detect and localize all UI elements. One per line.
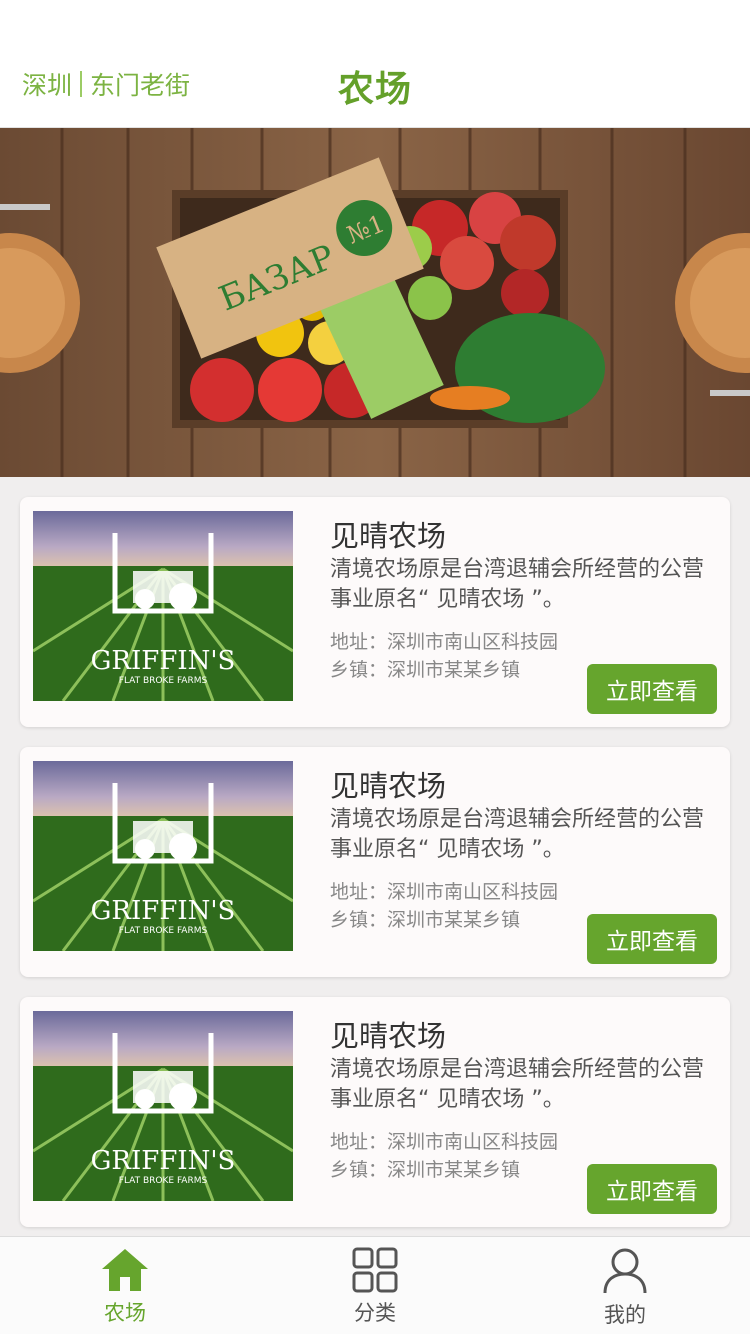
view-now-button[interactable]: 立即查看 (587, 914, 717, 964)
hero-banner[interactable]: БАЗАР №1 (0, 128, 750, 477)
home-icon (102, 1249, 148, 1291)
farm-thumbnail[interactable]: GRIFFIN'S FLAT BROKE FARMS (33, 761, 293, 951)
farm-town: 乡镇：深圳市某某乡镇 (330, 1155, 520, 1182)
farm-address: 地址：深圳市南山区科技园 (330, 627, 558, 654)
farm-field-image: GRIFFIN'S FLAT BROKE FARMS (33, 1011, 293, 1201)
farm-description: 清境农场原是台湾退辅会所经营的公营事业原名“ 见晴农场 ”。 (330, 1057, 705, 1112)
farm-card[interactable]: GRIFFIN'S FLAT BROKE FARMS 见晴农场 清境农场原是台湾… (20, 497, 730, 727)
address-label: 地址： (330, 1131, 388, 1153)
town-value: 深圳市某某乡镇 (387, 659, 521, 681)
farm-name: 见晴农场 (330, 769, 447, 803)
farm-thumbnail[interactable]: GRIFFIN'S FLAT BROKE FARMS (33, 511, 293, 701)
tab-category[interactable]: 分类 (250, 1237, 500, 1334)
logo-subtitle: FLAT BROKE FARMS (119, 926, 208, 936)
tab-mine[interactable]: 我的 (500, 1237, 750, 1334)
logo-subtitle: FLAT BROKE FARMS (119, 676, 208, 686)
farm-name: 见晴农场 (330, 1019, 447, 1053)
top-header: 深圳 东门老街 农场 (0, 0, 750, 128)
farm-address: 地址：深圳市南山区科技园 (330, 1127, 558, 1154)
logo-title: GRIFFIN'S (91, 896, 236, 926)
vegetable-crate-image: БАЗАР №1 (0, 128, 750, 477)
farm-town: 乡镇：深圳市某某乡镇 (330, 655, 520, 682)
farm-field-image: GRIFFIN'S FLAT BROKE FARMS (33, 761, 293, 951)
tab-farm[interactable]: 农场 (0, 1237, 250, 1334)
address-value: 深圳市南山区科技园 (387, 1131, 559, 1153)
farm-field-image: GRIFFIN'S FLAT BROKE FARMS (33, 511, 293, 701)
address-label: 地址： (330, 631, 388, 653)
town-value: 深圳市某某乡镇 (387, 1159, 521, 1181)
view-now-button[interactable]: 立即查看 (587, 1164, 717, 1214)
view-now-button[interactable]: 立即查看 (587, 664, 717, 714)
town-label: 乡镇： (330, 909, 388, 931)
farm-address: 地址：深圳市南山区科技园 (330, 877, 558, 904)
user-icon (603, 1248, 647, 1294)
farm-card[interactable]: GRIFFIN'S FLAT BROKE FARMS 见晴农场 清境农场原是台湾… (20, 997, 730, 1227)
address-label: 地址： (330, 881, 388, 903)
farm-description: 清境农场原是台湾退辅会所经营的公营事业原名“ 见晴农场 ”。 (330, 807, 705, 862)
grid-icon (352, 1247, 398, 1293)
farm-thumbnail[interactable]: GRIFFIN'S FLAT BROKE FARMS (33, 1011, 293, 1201)
town-label: 乡镇： (330, 1159, 388, 1181)
town-label: 乡镇： (330, 659, 388, 681)
logo-subtitle: FLAT BROKE FARMS (119, 1176, 208, 1186)
farm-list: GRIFFIN'S FLAT BROKE FARMS 见晴农场 清境农场原是台湾… (20, 497, 730, 1247)
farm-card[interactable]: GRIFFIN'S FLAT BROKE FARMS 见晴农场 清境农场原是台湾… (20, 747, 730, 977)
address-value: 深圳市南山区科技园 (387, 631, 559, 653)
farm-name: 见晴农场 (330, 519, 447, 553)
farm-description: 清境农场原是台湾退辅会所经营的公营事业原名“ 见晴农场 ”。 (330, 557, 705, 612)
logo-title: GRIFFIN'S (91, 646, 236, 676)
address-value: 深圳市南山区科技园 (387, 881, 559, 903)
farm-town: 乡镇：深圳市某某乡镇 (330, 905, 520, 932)
town-value: 深圳市某某乡镇 (387, 909, 521, 931)
tab-label: 我的 (604, 1303, 646, 1327)
page-title: 农场 (337, 69, 412, 110)
logo-title: GRIFFIN'S (91, 1146, 236, 1176)
tab-label: 分类 (354, 1301, 396, 1325)
bottom-tab-bar: 农场 分类 我的 (0, 1236, 750, 1334)
tab-label: 农场 (104, 1301, 146, 1325)
